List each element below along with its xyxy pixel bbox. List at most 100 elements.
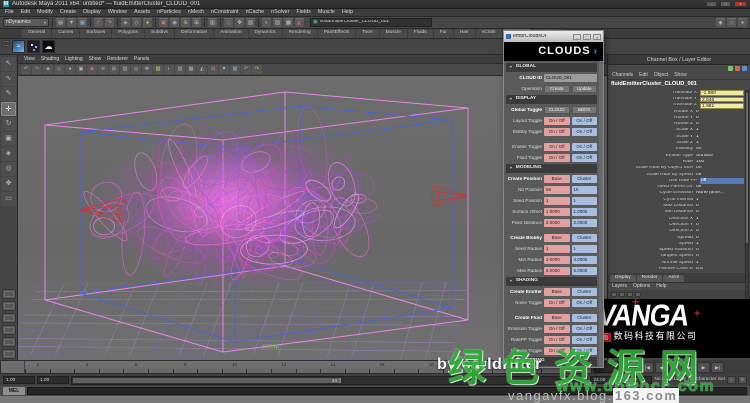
viewport-menu-renderer[interactable]: Renderer [107, 57, 128, 62]
channel-use-rate-pp[interactable]: Use Rate PPoff [610, 178, 744, 184]
create-emitter-base-button[interactable]: Base [544, 288, 570, 296]
layer-tab-display[interactable]: Display [610, 275, 636, 282]
show-tool-settings-icon[interactable]: ◇ [727, 18, 736, 27]
section-display[interactable]: ▼DISPLAY [506, 95, 597, 104]
menu-fields[interactable]: Fields [296, 10, 310, 15]
viewport-menu-shading[interactable]: Shading [41, 57, 59, 62]
redo-icon[interactable]: ↷ [105, 18, 114, 27]
channel-rate[interactable]: Rate100 [610, 159, 744, 165]
viewport-menu-panels[interactable]: Panels [134, 57, 149, 62]
minimize-icon[interactable]: – [706, 1, 717, 7]
auto-keyframe-icon[interactable]: ● [727, 376, 736, 384]
scale-y-value[interactable]: 1 [696, 135, 744, 140]
use-rate-pp-value[interactable]: off [700, 178, 744, 184]
section-global[interactable]: ▼GLOBAL [506, 63, 597, 72]
layer-tab-anim[interactable]: Anim [663, 275, 684, 282]
channel-scale-y[interactable]: Scale Y1 [610, 134, 744, 140]
viewport-menu-lighting[interactable]: Lighting [65, 57, 83, 62]
seed-radius-base-field[interactable]: 1 [544, 245, 570, 253]
normal-speed-value[interactable]: 1 [696, 261, 744, 266]
make-live-icon[interactable]: ▥ [208, 18, 217, 27]
shelf-tab-dynamics[interactable]: Dynamics [249, 29, 282, 38]
cloud-id-field[interactable]: CLOUD_001 [544, 74, 597, 82]
menu-window[interactable]: Window [108, 10, 127, 15]
rotate-x-value[interactable]: 0 [696, 110, 744, 115]
min-distance-value[interactable]: 0 [696, 210, 744, 215]
fluid-toggle-base-button[interactable]: On / Off [544, 154, 570, 162]
seed-position-base-field[interactable]: 1 [544, 197, 570, 205]
create-fluid-cluster-button[interactable]: Cluster [572, 314, 598, 322]
scale-rate-by-object-size-value[interactable]: on [696, 166, 744, 171]
gate-mask-icon[interactable]: ◎ [131, 65, 141, 74]
fluid-shelf-icon[interactable]: ≈ [12, 40, 25, 53]
menu-create[interactable]: Create [60, 10, 76, 15]
fluid-toggle-cluster-button[interactable]: On / Off [572, 154, 598, 162]
cycle-emission-value[interactable]: None (time... [696, 191, 744, 196]
channel-scale-z[interactable]: Scale Z1 [610, 140, 744, 146]
shelf-tab-ncloth[interactable]: nCloth [476, 29, 502, 38]
save-scene-icon[interactable]: ▦ [78, 18, 87, 27]
channel-box-scrollbar[interactable] [745, 90, 749, 320]
new-scene-icon[interactable]: ▤ [56, 18, 65, 27]
channel-translate-x[interactable]: Translate X-1.980 [610, 90, 744, 96]
grid-icon[interactable]: ⊕ [98, 65, 108, 74]
shelf-tab-fur[interactable]: Fur [434, 29, 453, 38]
max-radius-cluster-field[interactable]: 5.0000 [572, 267, 598, 275]
channel-rotate-z[interactable]: Rotate Z0 [610, 121, 744, 127]
channel-particle-color-r[interactable]: Particle Color R0.5 [610, 266, 744, 272]
section-shading[interactable]: ▼SHADING [506, 277, 597, 286]
ratepp-toggle-base-button[interactable]: On / Off [544, 336, 570, 344]
channel-normal-speed[interactable]: Normal Speed1 [610, 260, 744, 266]
shelf-tab-general[interactable]: General [22, 29, 51, 38]
shelf-tab-curves[interactable]: Curves [52, 29, 79, 38]
emitter-toggle-base-button[interactable]: On / Off [544, 143, 570, 151]
menu-set-dropdown[interactable]: nDynamics ▾ [3, 18, 49, 27]
channel-emitter-type[interactable]: Emitter TypeSurface [610, 153, 744, 159]
snap-view-plane-icon[interactable]: ⊞ [192, 18, 201, 27]
channel-box-menu-object[interactable]: Object [654, 73, 668, 78]
scale-tool-icon[interactable]: ▣ [1, 132, 16, 146]
selection-name-field[interactable]: ▣ fluidEmitterCluster_CLOUD_001 [310, 18, 432, 27]
safe-action-icon[interactable]: ▧ [153, 65, 163, 74]
film-gate-icon[interactable]: ⊞ [109, 65, 119, 74]
channel-need-parent-uv[interactable]: Need Parent UVoff [610, 184, 744, 190]
universal-manipulator-tool-icon[interactable]: ◈ [1, 147, 16, 161]
display-layer-icon[interactable] [742, 66, 747, 71]
move-tool-icon[interactable]: ✛ [1, 102, 16, 116]
rate-value[interactable]: 100 [696, 160, 744, 165]
layout-preset-button[interactable] [2, 301, 16, 311]
show-manipulator-tool-icon[interactable]: ✥ [1, 177, 16, 191]
paint-select-tool-icon[interactable]: ✎ [1, 87, 16, 101]
shelf-tab-subdivs[interactable]: Subdivs [145, 29, 174, 38]
blobby-toggle-cluster-button[interactable]: On / Off [572, 128, 598, 136]
snap-point-icon[interactable]: ⊕ [181, 18, 190, 27]
layer-tab-render[interactable]: Render [637, 275, 663, 282]
motion-blur-icon[interactable]: ↶ [241, 65, 251, 74]
shelf-tab-hair[interactable]: Hair [454, 29, 475, 38]
layout-preset-button[interactable] [2, 325, 16, 335]
select-hierarchy-icon[interactable]: ◈ [121, 18, 130, 27]
channel-speed-random[interactable]: Speed Random0 [610, 247, 744, 253]
open-scene-icon[interactable]: ▼ [67, 18, 76, 27]
menu-nconstraint[interactable]: nConstraint [211, 10, 239, 15]
create-blobby-cluster-button[interactable]: Cluster [572, 234, 598, 242]
resolution-gate-icon[interactable]: ▥ [120, 65, 130, 74]
channel-cycle-emission[interactable]: Cycle EmissionNone (time... [610, 191, 744, 197]
layer-mode-icon[interactable] [728, 66, 733, 71]
render-settings-icon[interactable]: ▩ [284, 18, 293, 27]
select-tool-icon[interactable]: ↖ [1, 57, 16, 71]
menu-display[interactable]: Display [83, 10, 101, 15]
rotate-z-value[interactable]: 0 [696, 122, 744, 127]
create-position-base-button[interactable]: Base [544, 175, 570, 183]
emitter-toggle-cluster-button[interactable]: On / Off [572, 143, 598, 151]
channel-visibility[interactable]: Visibilityon [610, 147, 744, 153]
layer-menu-layers[interactable]: Layers [612, 284, 627, 289]
surface-offset-cluster-field[interactable]: 1.0000 [572, 208, 598, 216]
channel-box-object-name[interactable]: fluidEmitterCluster_CLOUD_001 [608, 80, 750, 89]
channel-direction-z[interactable]: Direction Z0 [610, 229, 744, 235]
show-attribute-editor-icon[interactable]: ◈ [716, 18, 725, 27]
channel-spread[interactable]: Spread0 [610, 235, 744, 241]
global-toggle-base-button[interactable]: CLOUD [544, 106, 570, 114]
noise-toggle-cluster-button[interactable]: On / Off [572, 299, 598, 307]
section-modeling[interactable]: ▼MODELING [506, 164, 597, 173]
